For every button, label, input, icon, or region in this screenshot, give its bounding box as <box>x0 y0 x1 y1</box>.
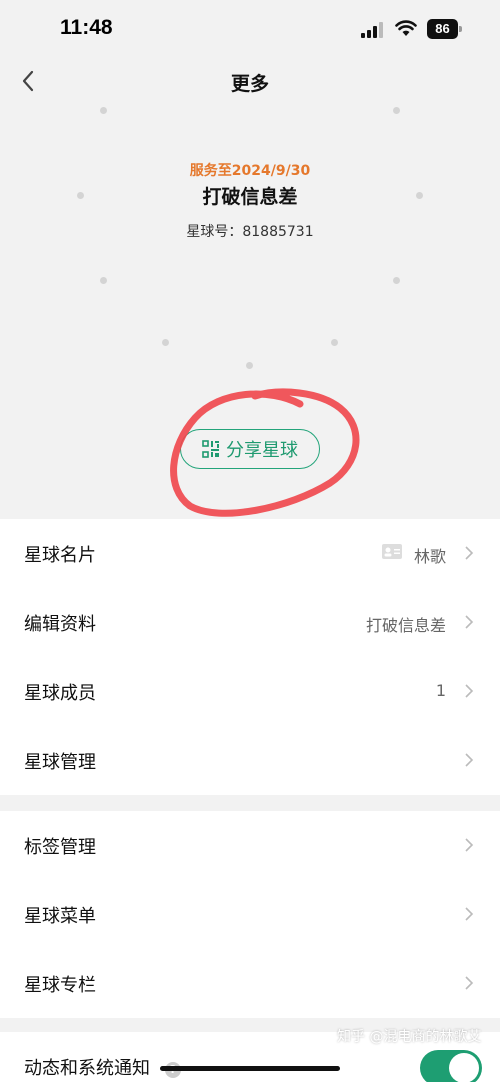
id-card-icon <box>382 544 402 559</box>
row-label: 星球管理 <box>24 752 96 773</box>
row-label: 编辑资料 <box>24 614 96 635</box>
chevron-right-icon <box>465 838 474 852</box>
qr-code-icon <box>202 440 219 458</box>
share-planet-button[interactable]: 分享星球 <box>180 429 320 469</box>
wifi-icon <box>395 20 417 36</box>
row-planet-column[interactable]: 星球专栏 <box>0 949 500 1018</box>
chevron-right-icon <box>465 907 474 921</box>
chevron-right-icon <box>465 684 474 698</box>
nav-bar: 更多 <box>0 60 500 104</box>
battery-icon: 86 <box>427 19 463 39</box>
row-label: 星球成员 <box>24 683 96 704</box>
battery-level: 86 <box>427 19 458 39</box>
row-planet-menu[interactable]: 星球菜单 <box>0 880 500 949</box>
row-label: 星球菜单 <box>24 906 96 927</box>
row-value: 1 <box>435 681 446 700</box>
row-label: 星球名片 <box>24 545 96 566</box>
row-planet-management[interactable]: 星球管理 <box>0 726 500 795</box>
page-title: 更多 <box>230 73 269 95</box>
row-tag-management[interactable]: 标签管理 <box>0 811 500 880</box>
row-value: 林歌 <box>413 547 446 566</box>
status-bar: 11:48 86 <box>0 0 500 60</box>
home-indicator[interactable] <box>160 1066 340 1071</box>
notifications-toggle[interactable] <box>420 1050 482 1082</box>
chevron-right-icon <box>465 976 474 990</box>
share-planet-label: 分享星球 <box>226 440 298 461</box>
chevron-right-icon <box>465 546 474 560</box>
watermark: 知乎 @混电商的林歌艾 <box>337 1029 482 1045</box>
status-time: 11:48 <box>60 16 113 39</box>
planet-id: 星球号：81885731 <box>186 224 314 240</box>
chevron-right-icon <box>465 615 474 629</box>
planet-name: 打破信息差 <box>202 186 298 208</box>
row-edit-profile[interactable]: 编辑资料 打破信息差 <box>0 588 500 657</box>
row-label: 星球专栏 <box>24 975 96 996</box>
toggle-knob <box>449 1053 479 1082</box>
settings-section-1: 星球名片 林歌 编辑资料 打破信息差 星球成员 1 星球管理 <box>0 519 500 795</box>
cellular-signal-icon <box>361 22 383 38</box>
row-planet-card[interactable]: 星球名片 林歌 <box>0 519 500 588</box>
row-value: 打破信息差 <box>365 616 446 635</box>
row-label: 标签管理 <box>24 837 96 858</box>
service-expiry: 服务至2024/9/30 <box>189 163 311 179</box>
row-planet-members[interactable]: 星球成员 1 <box>0 657 500 726</box>
settings-section-2: 标签管理 星球菜单 星球专栏 <box>0 811 500 1018</box>
row-label: 动态和系统通知 <box>24 1058 150 1079</box>
chevron-right-icon <box>465 753 474 767</box>
